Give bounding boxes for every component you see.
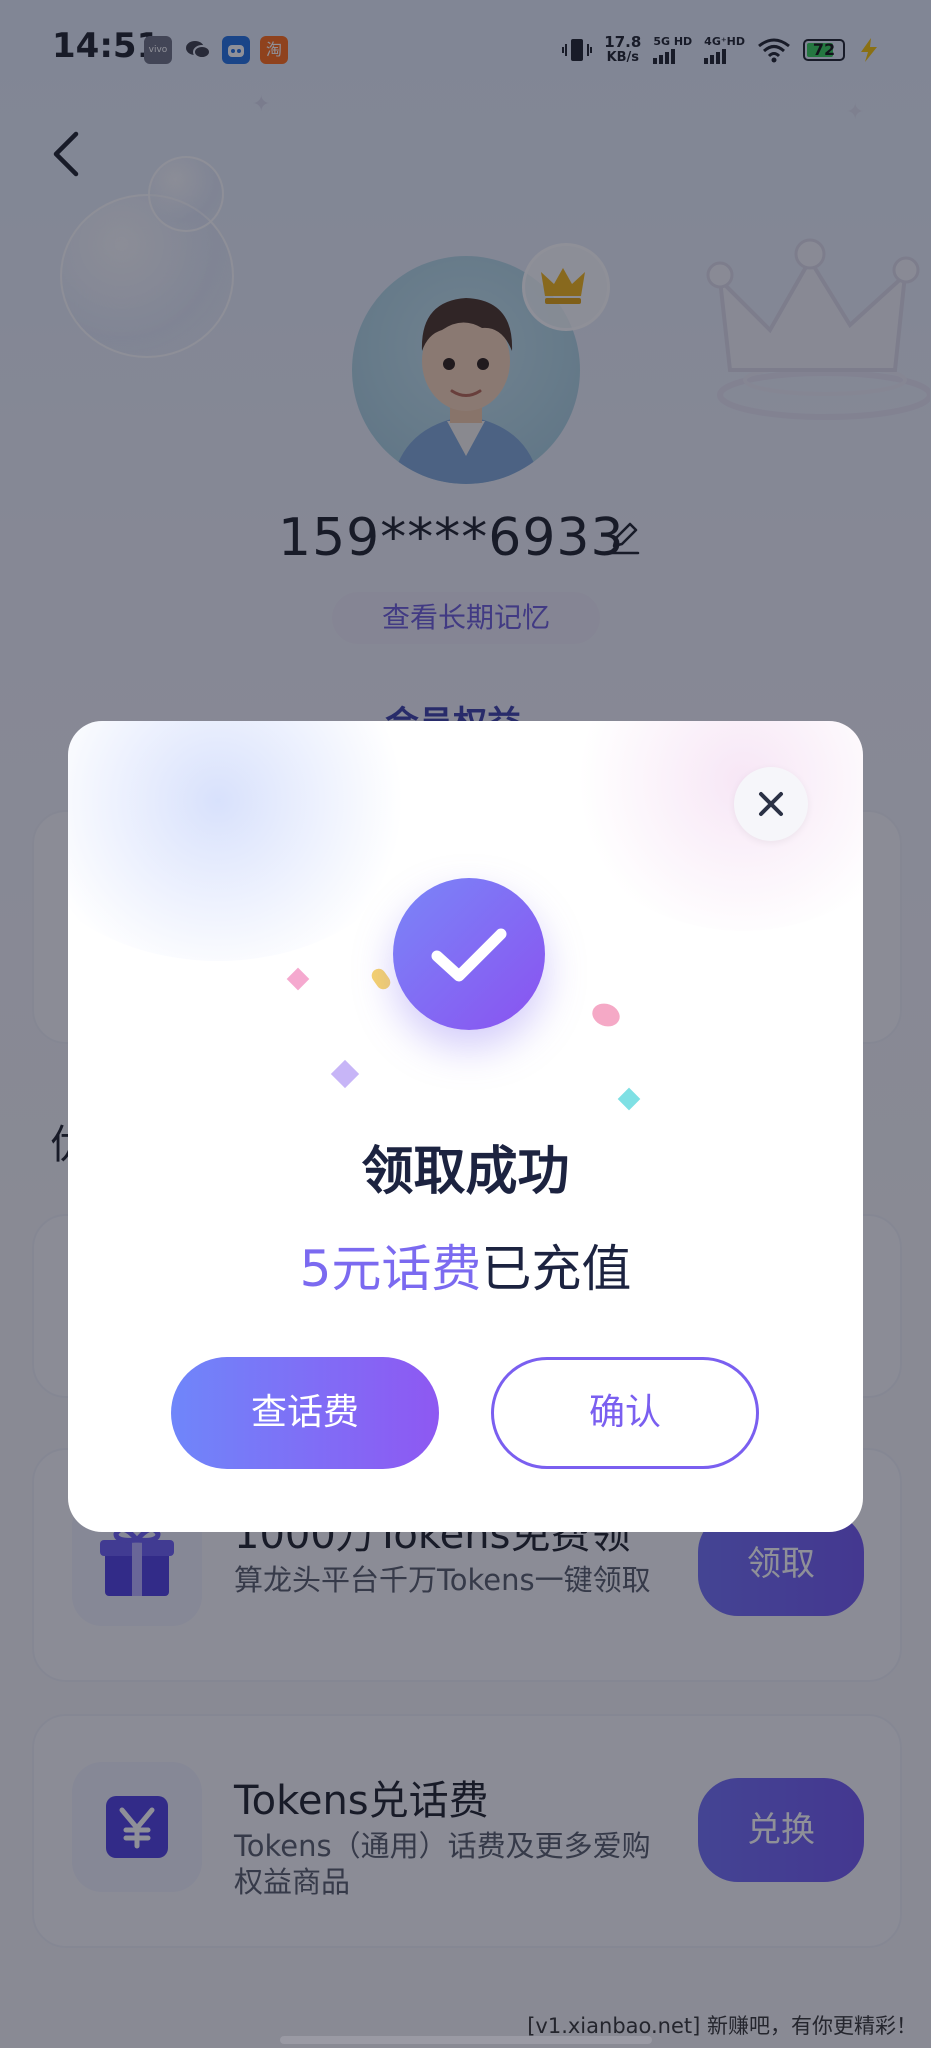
dialog-subtitle: 5元话费已充值 [68,1229,863,1301]
confirm-button[interactable]: 确认 [491,1357,759,1469]
success-dialog: 领取成功 5元话费已充值 查话费 确认 [68,721,863,1532]
home-indicator[interactable] [280,2036,652,2044]
check-balance-button[interactable]: 查话费 [171,1357,439,1469]
recharge-status: 已充值 [481,1240,632,1298]
dialog-title: 领取成功 [361,1142,570,1202]
success-check-badge [393,878,545,1030]
recharge-amount: 5元话费 [299,1240,482,1298]
check-icon [431,928,507,982]
